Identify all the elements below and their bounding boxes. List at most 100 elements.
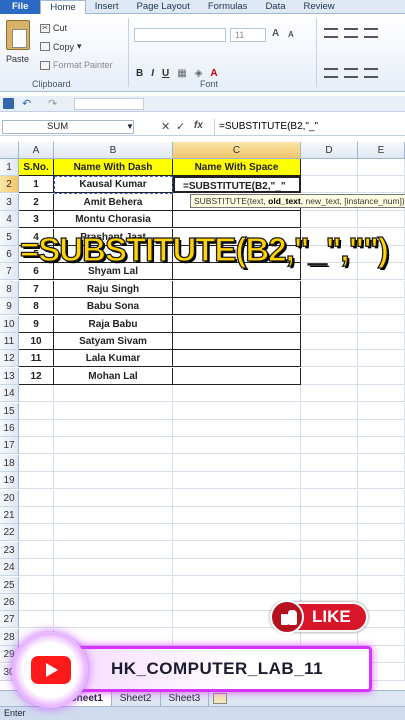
grid-cell[interactable] bbox=[19, 420, 54, 437]
grid-cell[interactable] bbox=[173, 559, 301, 577]
grid-cell[interactable] bbox=[173, 280, 301, 298]
row-header[interactable]: 17 bbox=[0, 437, 19, 455]
serial-cell[interactable]: 12 bbox=[19, 367, 54, 385]
cancel-icon[interactable]: ✕ bbox=[161, 120, 170, 133]
grid-cell[interactable] bbox=[54, 489, 173, 507]
grid-cell[interactable] bbox=[301, 576, 358, 594]
grid-cell[interactable] bbox=[358, 541, 405, 559]
grid-cell[interactable] bbox=[54, 437, 173, 455]
column-header-a[interactable]: A bbox=[19, 142, 54, 159]
grid-cell[interactable] bbox=[301, 507, 358, 524]
table-header-cell[interactable]: Name With Space bbox=[173, 159, 301, 176]
grid-cell[interactable] bbox=[19, 402, 54, 420]
align-middle-icon[interactable] bbox=[344, 28, 358, 38]
grid-cell[interactable] bbox=[54, 507, 173, 524]
name-with-dash-cell[interactable]: Raja Babu bbox=[54, 315, 173, 333]
font-size-select[interactable]: 11 bbox=[230, 28, 266, 42]
sheet-tab-2[interactable]: Sheet2 bbox=[112, 691, 161, 706]
qat-combo[interactable] bbox=[74, 98, 144, 110]
name-box[interactable]: SUM bbox=[2, 120, 134, 134]
grid-cell[interactable] bbox=[54, 611, 173, 629]
grid-cell[interactable] bbox=[19, 454, 54, 472]
row-header[interactable]: 20 bbox=[0, 489, 19, 507]
chevron-down-icon[interactable]: ▼ bbox=[126, 122, 134, 131]
row-header[interactable]: 25 bbox=[0, 576, 19, 594]
grid-cell[interactable] bbox=[358, 559, 405, 577]
row-header[interactable]: 14 bbox=[0, 385, 19, 403]
grid-cell[interactable] bbox=[54, 524, 173, 542]
grid-cell[interactable] bbox=[358, 350, 405, 368]
grid-cell[interactable] bbox=[358, 280, 405, 298]
name-with-dash-cell[interactable]: Satyam Sivam bbox=[54, 333, 173, 350]
row-header[interactable]: 19 bbox=[0, 472, 19, 490]
column-header-e[interactable]: E bbox=[358, 142, 405, 159]
grid-cell[interactable] bbox=[54, 594, 173, 611]
grid-cell[interactable] bbox=[301, 402, 358, 420]
grid-cell[interactable] bbox=[173, 350, 301, 368]
grid-cell[interactable] bbox=[358, 402, 405, 420]
row-header[interactable]: 23 bbox=[0, 541, 19, 559]
select-all-corner[interactable] bbox=[0, 142, 19, 159]
grid-cell[interactable] bbox=[301, 541, 358, 559]
grid-cell[interactable] bbox=[54, 576, 173, 594]
row-header[interactable]: 2 bbox=[0, 176, 19, 194]
grid-cell[interactable] bbox=[358, 628, 405, 646]
grid-cell[interactable] bbox=[19, 611, 54, 629]
grid-cell[interactable] bbox=[301, 420, 358, 437]
name-with-dash-cell[interactable]: Amit Behera bbox=[54, 193, 173, 211]
align-left-icon[interactable] bbox=[324, 68, 338, 78]
grid-cell[interactable] bbox=[173, 298, 301, 316]
tab-review[interactable]: Review bbox=[295, 0, 344, 14]
grid-cell[interactable] bbox=[358, 576, 405, 594]
grid-cell[interactable] bbox=[173, 385, 301, 403]
grid-cell[interactable] bbox=[358, 385, 405, 403]
table-header-cell[interactable]: Name With Dash bbox=[54, 159, 173, 176]
name-with-dash-cell[interactable]: Mohan Lal bbox=[54, 367, 173, 385]
grid-cell[interactable] bbox=[19, 594, 54, 611]
grid-cell[interactable] bbox=[173, 315, 301, 333]
serial-cell[interactable]: 10 bbox=[19, 333, 54, 350]
insert-function-button[interactable]: fx bbox=[194, 120, 203, 131]
row-header[interactable]: 10 bbox=[0, 315, 19, 333]
row-header[interactable]: 9 bbox=[0, 298, 19, 316]
grid-cell[interactable] bbox=[358, 507, 405, 524]
serial-cell[interactable]: 11 bbox=[19, 350, 54, 368]
grid-cell[interactable] bbox=[301, 454, 358, 472]
grid-cell[interactable] bbox=[301, 159, 358, 176]
tab-insert[interactable]: Insert bbox=[86, 0, 128, 14]
row-header[interactable]: 27 bbox=[0, 611, 19, 629]
row-header[interactable]: 18 bbox=[0, 454, 19, 472]
serial-cell[interactable]: 7 bbox=[19, 280, 54, 298]
tab-data[interactable]: Data bbox=[256, 0, 294, 14]
row-header[interactable]: 16 bbox=[0, 420, 19, 437]
grid-cell[interactable] bbox=[173, 507, 301, 524]
grid-cell[interactable] bbox=[358, 437, 405, 455]
align-top-icon[interactable] bbox=[324, 28, 338, 38]
grid-cell[interactable] bbox=[301, 367, 358, 385]
font-family-select[interactable] bbox=[134, 28, 226, 42]
row-header[interactable]: 15 bbox=[0, 402, 19, 420]
grid-cell[interactable] bbox=[301, 489, 358, 507]
grid-cell[interactable] bbox=[301, 524, 358, 542]
grid-cell[interactable] bbox=[19, 437, 54, 455]
serial-cell[interactable]: 2 bbox=[19, 193, 54, 211]
grid-cell[interactable] bbox=[358, 176, 405, 194]
sheet-tab-3[interactable]: Sheet3 bbox=[161, 691, 210, 706]
grid-cell[interactable] bbox=[358, 420, 405, 437]
grid-cell[interactable] bbox=[173, 402, 301, 420]
underline-button[interactable]: U bbox=[162, 68, 169, 79]
name-with-dash-cell[interactable]: Lala Kumar bbox=[54, 350, 173, 368]
grid-cell[interactable] bbox=[301, 298, 358, 316]
name-with-dash-cell[interactable]: Montu Chorasia bbox=[54, 211, 173, 229]
grid-cell[interactable] bbox=[173, 576, 301, 594]
grid-cell[interactable] bbox=[358, 524, 405, 542]
serial-cell[interactable]: 3 bbox=[19, 211, 54, 229]
row-header[interactable]: 1 bbox=[0, 159, 19, 176]
grid-cell[interactable] bbox=[19, 489, 54, 507]
table-header-cell[interactable]: S.No. bbox=[19, 159, 54, 176]
grid-cell[interactable] bbox=[173, 420, 301, 437]
name-with-dash-cell[interactable]: Raju Singh bbox=[54, 280, 173, 298]
align-center-icon[interactable] bbox=[344, 68, 358, 78]
row-header[interactable]: 4 bbox=[0, 211, 19, 229]
serial-cell[interactable]: 8 bbox=[19, 298, 54, 316]
